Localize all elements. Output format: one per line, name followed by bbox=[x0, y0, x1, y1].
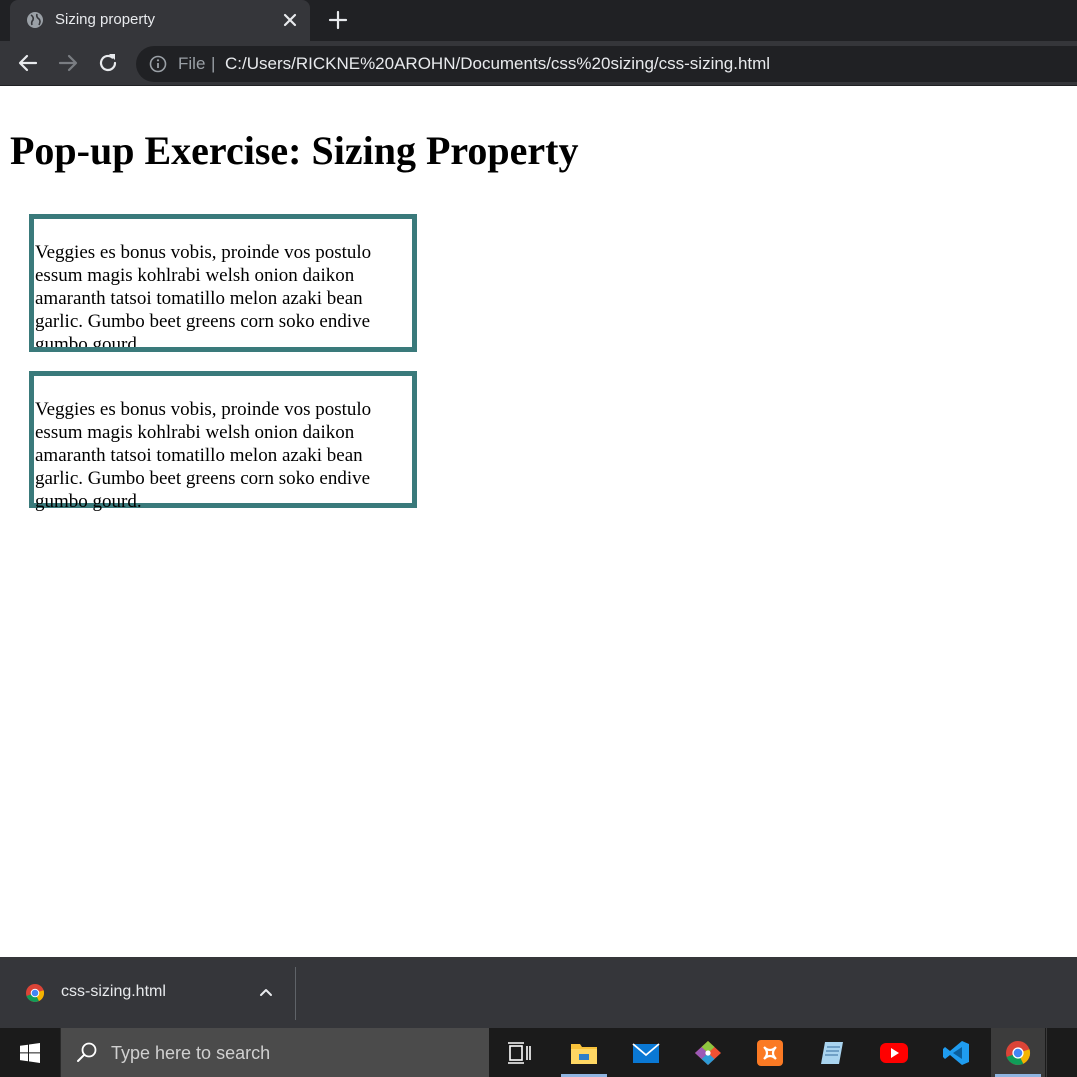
search-placeholder: Type here to search bbox=[111, 1043, 271, 1063]
chrome-icon bbox=[1006, 1041, 1031, 1065]
box-text: Veggies es bonus vobis, proinde vos post… bbox=[35, 242, 372, 352]
download-bar: css-sizing.html bbox=[0, 957, 1077, 1028]
mail-button[interactable] bbox=[619, 1028, 673, 1077]
content-box: Veggies es bonus vobis, proinde vos post… bbox=[29, 214, 417, 352]
chrome-taskbar-button[interactable] bbox=[991, 1028, 1045, 1077]
reload-icon[interactable] bbox=[96, 51, 120, 75]
browser-toolbar: File | C:/Users/RICKNE%20AROHN/Documents… bbox=[0, 41, 1077, 86]
globe-icon bbox=[27, 12, 43, 28]
windows-icon bbox=[20, 1043, 40, 1063]
notepad-icon bbox=[821, 1042, 843, 1064]
youtube-icon bbox=[880, 1043, 908, 1063]
tab-strip: Sizing property bbox=[0, 0, 1077, 41]
page-content: Pop-up Exercise: Sizing Property Veggies… bbox=[0, 87, 1077, 957]
content-box: Veggies es bonus vobis, proinde vos post… bbox=[29, 371, 417, 512]
new-tab-icon[interactable] bbox=[326, 8, 350, 32]
download-file-name[interactable]: css-sizing.html bbox=[61, 983, 166, 1001]
taskbar: Type here to search bbox=[0, 1028, 1077, 1077]
start-button[interactable] bbox=[0, 1028, 60, 1077]
git-icon bbox=[695, 1041, 721, 1065]
taskbar-search[interactable]: Type here to search bbox=[60, 1028, 489, 1077]
url-scheme: File bbox=[178, 54, 206, 73]
chrome-icon[interactable] bbox=[25, 983, 45, 1003]
url-text[interactable]: C:/Users/RICKNE%20AROHN/Documents/css%20… bbox=[225, 54, 770, 74]
mail-icon bbox=[632, 1043, 660, 1063]
forward-arrow-icon[interactable] bbox=[56, 51, 80, 75]
chevron-up-icon[interactable] bbox=[257, 984, 275, 1002]
xampp-button[interactable] bbox=[743, 1028, 797, 1077]
back-arrow-icon[interactable] bbox=[16, 51, 40, 75]
search-icon bbox=[77, 1042, 97, 1062]
tab-title: Sizing property bbox=[55, 11, 156, 28]
url-separator: | bbox=[211, 54, 216, 73]
info-icon[interactable] bbox=[149, 55, 167, 73]
notepad-button[interactable] bbox=[805, 1028, 859, 1077]
divider bbox=[295, 967, 296, 1020]
file-explorer-button[interactable] bbox=[557, 1028, 611, 1077]
vscode-icon bbox=[943, 1041, 969, 1065]
show-desktop-button[interactable] bbox=[1046, 1028, 1077, 1077]
git-button[interactable] bbox=[681, 1028, 735, 1077]
folder-icon bbox=[571, 1044, 597, 1064]
xampp-icon bbox=[757, 1040, 783, 1066]
youtube-button[interactable] bbox=[867, 1028, 921, 1077]
vscode-button[interactable] bbox=[929, 1028, 983, 1077]
task-view-button[interactable] bbox=[493, 1028, 547, 1077]
box-text: Veggies es bonus vobis, proinde vos post… bbox=[35, 399, 372, 512]
browser-tab[interactable]: Sizing property bbox=[10, 0, 310, 41]
close-icon[interactable] bbox=[280, 10, 300, 30]
page-title: Pop-up Exercise: Sizing Property bbox=[10, 128, 579, 173]
task-view-icon bbox=[508, 1042, 531, 1064]
address-bar[interactable]: File | C:/Users/RICKNE%20AROHN/Documents… bbox=[136, 46, 1077, 82]
